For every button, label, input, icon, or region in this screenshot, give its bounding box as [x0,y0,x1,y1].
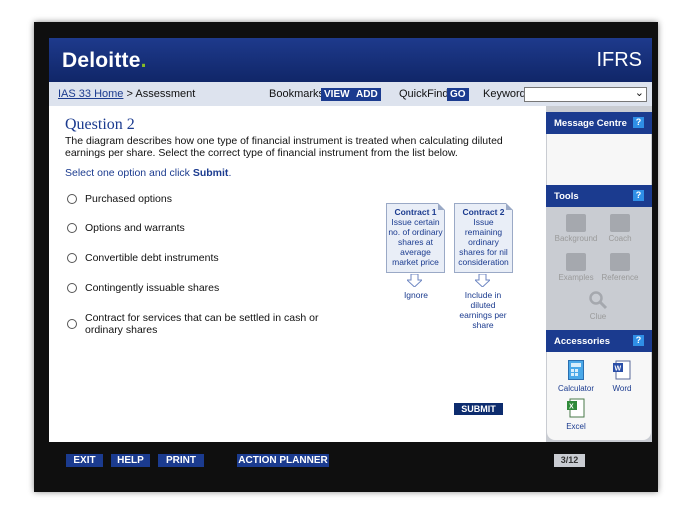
option-convertible-debt[interactable]: Convertible debt instruments [67,252,367,266]
tools-help-button[interactable]: ? [633,190,644,201]
quickfind-go-button[interactable]: GO [447,88,469,101]
bookmark-add-button[interactable]: ADD [353,88,381,101]
accessory-calculator[interactable]: Calculator [552,360,600,393]
option-options-and-warrants[interactable]: Options and warrants [67,222,367,236]
product-title: IFRS [596,49,642,71]
exit-button[interactable]: EXIT [66,454,103,467]
svg-text:X: X [569,404,574,411]
quickfind-label: QuickFind: [399,88,452,100]
radio-button[interactable] [67,194,77,204]
radio-button[interactable] [67,253,77,263]
tool-background[interactable]: Background [552,214,600,243]
bookmark-view-button[interactable]: VIEW [321,88,353,101]
keyword-label: Keyword: [483,88,529,100]
book-icon [566,214,586,232]
accessory-word[interactable]: W Word [598,360,646,393]
open-book-icon [610,253,630,271]
message-centre-header: Message Centre ? [546,112,652,134]
action-planner-button[interactable]: ACTION PLANNER [237,454,329,467]
breadcrumb: IAS 33 Home > Assessment [58,88,196,100]
tool-examples[interactable]: Examples [552,253,600,282]
contract-2-box: Contract 2 Issue remaining ordinary shar… [454,203,513,273]
excel-spreadsheet-icon: X [567,398,585,418]
tool-clue[interactable]: Clue [574,290,622,321]
arrow-down-icon [475,274,490,287]
arrow-down-icon [407,274,422,287]
message-centre-area [547,134,651,185]
home-link[interactable]: IAS 33 Home [58,88,123,100]
help-button[interactable]: HELP [111,454,150,467]
print-button[interactable]: PRINT [158,454,204,467]
option-purchased-options[interactable]: Purchased options [67,193,367,207]
option-contract-for-services[interactable]: Contract for services that can be settle… [67,312,367,340]
calculator-icon [568,360,584,380]
question-text: The diagram describes how one type of fi… [65,135,503,159]
radio-button[interactable] [67,223,77,233]
accessories-header: Accessories ? [546,330,652,352]
magnifier-icon [589,291,608,310]
tool-coach[interactable]: Coach [596,214,644,243]
word-document-icon: W [613,360,631,380]
accessory-excel[interactable]: X Excel [552,398,600,431]
tools-header: Tools ? [546,185,652,207]
sidebar: Message Centre ? Tools ? Background Coac… [546,106,652,442]
people-icon [610,214,630,232]
briefcase-icon [566,253,586,271]
submit-button[interactable]: SUBMIT [454,403,503,415]
contract-1-result: Ignore [403,290,429,300]
option-contingently-issuable[interactable]: Contingently issuable shares [67,282,367,296]
deloitte-logo: Deloitte. [62,49,147,72]
contract-1-box: Contract 1 Issue certain no. of ordinary… [386,203,445,273]
accessories-help-button[interactable]: ? [633,335,644,346]
footer-bar: EXIT HELP PRINT ACTION PLANNER 3/12 [49,442,652,480]
instruction: Select one option and click Submit. [65,167,232,179]
radio-button[interactable] [67,319,77,329]
tool-reference[interactable]: Reference [596,253,644,282]
question-panel: Question 2 The diagram describes how one… [49,106,546,442]
radio-button[interactable] [67,283,77,293]
message-centre-help-button[interactable]: ? [633,117,644,128]
question-title: Question 2 [65,116,135,133]
contract-2-result: Include in diluted earnings per share [459,290,507,330]
nav-bar: IAS 33 Home > Assessment Bookmarks: VIEW… [49,82,652,107]
page-indicator: 3/12 [554,454,585,467]
app-header: Deloitte. IFRS [49,38,652,82]
breadcrumb-current: Assessment [135,88,196,100]
bookmarks-label: Bookmarks: [269,88,328,100]
keyword-select[interactable]: ⌄ [524,87,647,102]
chevron-down-icon: ⌄ [634,87,644,99]
svg-text:W: W [615,366,622,373]
